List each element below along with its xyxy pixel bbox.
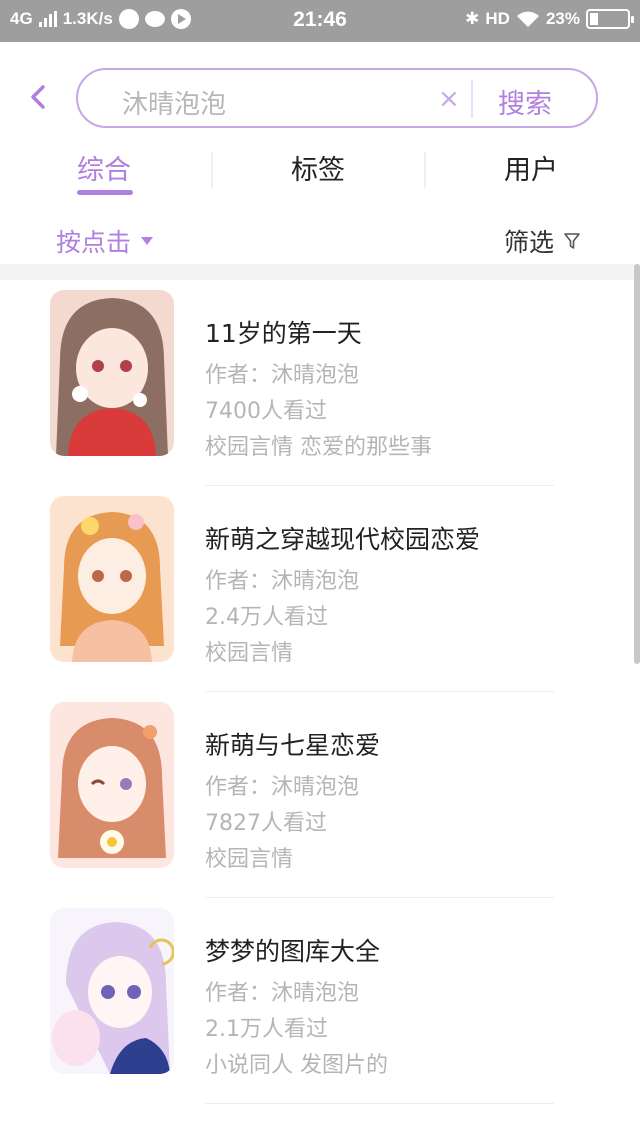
- filter-button[interactable]: 筛选: [504, 223, 580, 259]
- back-icon[interactable]: [24, 82, 54, 112]
- status-bar: 4G 1.3K/s 21:46 ✱ HD 23%: [0, 0, 640, 42]
- tab-tags[interactable]: 标签: [291, 148, 345, 187]
- list-item[interactable]: 梦梦的图库大全 作者：沐晴泡泡 2.1万人看过 小说同人 发图片的: [0, 898, 634, 1104]
- tab-users[interactable]: 用户: [504, 148, 558, 187]
- cover-image[interactable]: [50, 908, 174, 1074]
- item-info: 新萌与七星恋爱 作者：沐晴泡泡 7827人看过 校园言情: [205, 726, 380, 878]
- caret-down-icon: [141, 237, 154, 245]
- battery-percent: 23%: [545, 9, 580, 28]
- tab-divider: [424, 152, 426, 188]
- item-tags: 小说同人 发图片的: [205, 1053, 388, 1078]
- list-item[interactable]: 11岁的第一天 作者：沐晴泡泡 7400人看过 校园言情 恋爱的那些事: [0, 280, 634, 486]
- list-item[interactable]: 新萌之穿越现代校园恋爱 作者：沐晴泡泡 2.4万人看过 校园言情: [0, 486, 634, 692]
- item-author: 作者：沐晴泡泡: [205, 981, 360, 1006]
- item-views: 2.4万人看过: [205, 605, 328, 630]
- cover-image[interactable]: [50, 290, 174, 456]
- item-author: 作者：沐晴泡泡: [205, 775, 360, 800]
- item-tags: 校园言情 恋爱的那些事: [205, 435, 432, 460]
- item-info: 11岁的第一天 作者：沐晴泡泡 7400人看过 校园言情 恋爱的那些事: [205, 314, 432, 466]
- item-author: 作者：沐晴泡泡: [205, 569, 360, 594]
- item-title: 11岁的第一天: [205, 319, 362, 348]
- search-button[interactable]: 搜索: [498, 82, 552, 121]
- item-info: 新萌之穿越现代校园恋爱 作者：沐晴泡泡 2.4万人看过 校园言情: [205, 520, 480, 672]
- search-divider: [471, 80, 473, 118]
- item-info: 梦梦的图库大全 作者：沐晴泡泡 2.1万人看过 小说同人 发图片的: [205, 932, 388, 1084]
- item-tags: 校园言情: [205, 847, 294, 872]
- bluetooth-icon: ✱: [465, 9, 480, 28]
- sort-label: 按点击: [56, 228, 132, 257]
- item-views: 2.1万人看过: [205, 1017, 328, 1042]
- scrollbar[interactable]: [634, 264, 640, 664]
- active-tab-indicator: [77, 190, 133, 195]
- search-input[interactable]: 沐晴泡泡: [122, 84, 226, 121]
- item-views: 7827人看过: [205, 811, 327, 836]
- wifi-icon: [516, 11, 539, 27]
- item-author: 作者：沐晴泡泡: [205, 363, 360, 388]
- item-title: 梦梦的图库大全: [205, 937, 381, 966]
- cover-image[interactable]: [50, 496, 174, 662]
- item-title: 新萌之穿越现代校园恋爱: [205, 525, 481, 554]
- funnel-icon: [564, 233, 580, 249]
- tab-comprehensive[interactable]: 综合: [77, 148, 131, 187]
- result-list: 11岁的第一天 作者：沐晴泡泡 7400人看过 校园言情 恋爱的那些事 新萌之穿…: [0, 280, 634, 1104]
- hd-indicator: HD: [485, 9, 510, 28]
- sort-dropdown[interactable]: 按点击: [56, 223, 154, 259]
- search-box[interactable]: 沐晴泡泡 × 搜索: [76, 68, 598, 128]
- result-tabs: 综合 标签 用户: [0, 140, 640, 200]
- cover-image[interactable]: [50, 702, 174, 868]
- tab-divider: [211, 152, 213, 188]
- clear-icon[interactable]: ×: [438, 84, 460, 114]
- status-right: ✱ HD 23%: [465, 9, 634, 29]
- item-title: 新萌与七星恋爱: [205, 731, 381, 760]
- list-item[interactable]: 新萌与七星恋爱 作者：沐晴泡泡 7827人看过 校园言情: [0, 692, 634, 898]
- filter-label: 筛选: [503, 228, 554, 257]
- item-views: 7400人看过: [205, 399, 327, 424]
- battery-icon: [586, 9, 634, 29]
- item-divider: [205, 1103, 554, 1104]
- section-divider: [0, 264, 640, 280]
- item-tags: 校园言情: [205, 641, 294, 666]
